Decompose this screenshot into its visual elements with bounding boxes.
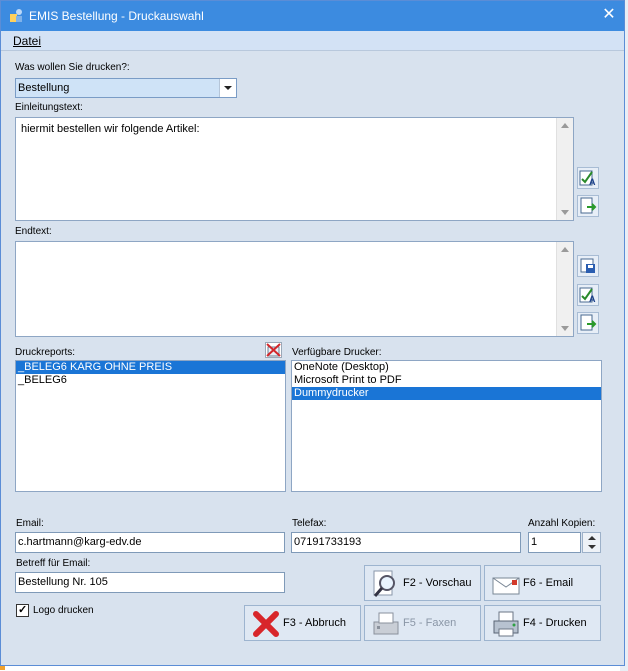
intro-text: hiermit bestellen wir folgende Artikel: — [21, 123, 200, 135]
delete-report-icon[interactable] — [265, 342, 282, 358]
spellcheck-icon: A — [579, 170, 596, 187]
copies-stepper[interactable] — [582, 532, 601, 553]
logo-label: Logo drucken — [33, 605, 94, 616]
email-button[interactable]: F6 - Email — [484, 565, 601, 601]
document-arrow-icon — [580, 197, 597, 214]
fax-icon — [373, 612, 399, 635]
list-item[interactable]: Dummydrucker — [292, 387, 601, 400]
list-item[interactable]: _BELEG6 KARG OHNE PREIS — [16, 361, 285, 374]
reports-list[interactable]: _BELEG6 KARG OHNE PREIS _BELEG6 — [15, 360, 286, 492]
end-textarea[interactable] — [15, 241, 574, 337]
intro-insert-button[interactable] — [577, 195, 599, 217]
email-field[interactable]: c.hartmann@karg-edv.de — [15, 532, 285, 553]
end-label: Endtext: — [15, 226, 52, 237]
copies-field[interactable]: 1 — [528, 532, 581, 553]
end-insert-button[interactable] — [577, 312, 599, 334]
fax-button[interactable]: F5 - Faxen — [364, 605, 481, 641]
end-spellcheck-button[interactable]: A — [577, 284, 599, 306]
document-arrow-icon — [580, 314, 597, 331]
reports-label: Druckreports: — [15, 347, 76, 358]
intro-spellcheck-button[interactable]: A — [577, 167, 599, 189]
print-button-label: F4 - Drucken — [523, 617, 587, 629]
end-load-button[interactable] — [577, 255, 599, 277]
fax-button-label: F5 - Faxen — [403, 617, 457, 629]
spellcheck-icon: A — [579, 287, 596, 304]
list-item[interactable]: _BELEG6 — [16, 374, 285, 387]
intro-textarea[interactable]: hiermit bestellen wir folgende Artikel: — [15, 117, 574, 221]
envelope-icon — [492, 577, 520, 595]
save-document-icon — [580, 258, 595, 273]
cancel-button-label: F3 - Abbruch — [283, 617, 346, 629]
subject-label: Betreff für Email: — [16, 558, 91, 569]
svg-text:A: A — [589, 294, 596, 304]
chevron-down-icon[interactable] — [219, 79, 236, 97]
fax-label: Telefax: — [292, 518, 327, 529]
cancel-icon — [253, 611, 279, 637]
print-what-label: Was wollen Sie drucken?: — [15, 62, 130, 73]
printers-list[interactable]: OneNote (Desktop) Microsoft Print to PDF… — [291, 360, 602, 492]
close-icon[interactable]: ✕ — [599, 5, 619, 25]
menu-bar: Datei — [1, 31, 624, 51]
list-item[interactable]: Microsoft Print to PDF — [292, 374, 601, 387]
printers-label: Verfügbare Drucker: — [292, 347, 382, 358]
logo-checkbox[interactable] — [16, 603, 29, 617]
printer-icon — [493, 611, 519, 637]
window-title: EMIS Bestellung - Druckauswahl — [29, 9, 204, 23]
list-item[interactable]: OneNote (Desktop) — [292, 361, 601, 374]
email-button-label: F6 - Email — [523, 577, 574, 589]
end-scrollbar[interactable] — [556, 242, 573, 336]
fax-field[interactable]: 07191733193 — [291, 532, 521, 553]
cancel-button[interactable]: F3 - Abbruch — [244, 605, 361, 641]
app-icon — [10, 9, 22, 22]
print-dialog: EMIS Bestellung - Druckauswahl ✕ Datei W… — [0, 0, 625, 666]
subject-field[interactable]: Bestellung Nr. 105 — [15, 572, 285, 593]
magnifier-icon — [373, 570, 395, 597]
title-bar: EMIS Bestellung - Druckauswahl ✕ — [1, 1, 624, 31]
print-button[interactable]: F4 - Drucken — [484, 605, 601, 641]
intro-label: Einleitungstext: — [15, 102, 83, 113]
svg-text:A: A — [589, 177, 596, 187]
menu-datei[interactable]: Datei — [13, 34, 41, 48]
preview-button-label: F2 - Vorschau — [403, 577, 472, 589]
copies-label: Anzahl Kopien: — [528, 518, 596, 529]
print-type-select[interactable]: Bestellung — [15, 78, 237, 98]
email-label: Email: — [16, 518, 44, 529]
print-type-value: Bestellung — [18, 82, 70, 94]
intro-scrollbar[interactable] — [556, 118, 573, 220]
preview-button[interactable]: F2 - Vorschau — [364, 565, 481, 601]
